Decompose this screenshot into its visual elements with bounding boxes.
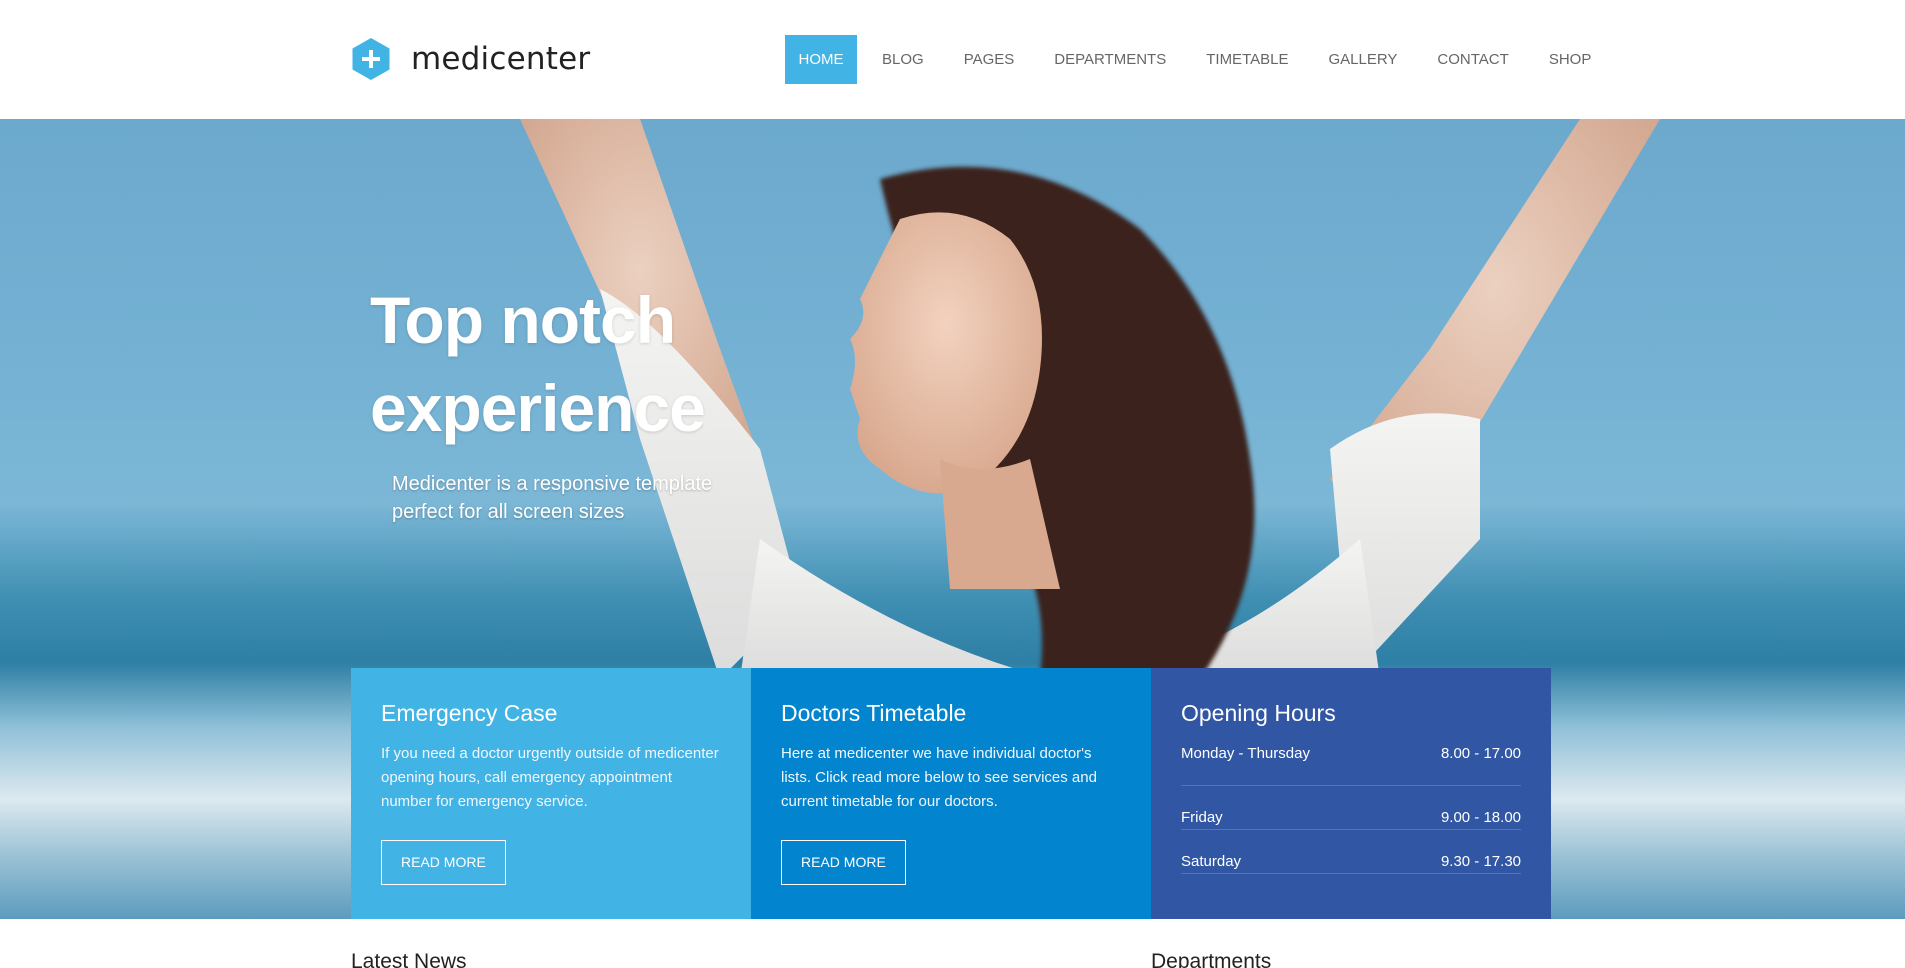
- logo[interactable]: medicenter: [351, 37, 590, 81]
- doctors-timetable-box: Doctors Timetable Here at medicenter we …: [751, 668, 1151, 919]
- nav-item-shop[interactable]: SHOP: [1549, 35, 1592, 84]
- nav-item-departments[interactable]: DEPARTMENTS: [1054, 35, 1166, 84]
- nav-item-gallery[interactable]: GALLERY: [1328, 35, 1397, 84]
- nav-item-contact[interactable]: CONTACT: [1437, 35, 1508, 84]
- nav-item-timetable[interactable]: TIMETABLE: [1206, 35, 1288, 84]
- site-header: medicenter HOME BLOG PAGES DEPARTMENTS T…: [0, 0, 1905, 119]
- lower-content: Latest News Departments: [0, 919, 1905, 968]
- brand-name: medicenter: [411, 41, 591, 77]
- hero-subtitle-line-2: perfect for all screen sizes: [392, 501, 625, 523]
- nav-item-blog[interactable]: BLOG: [882, 35, 924, 84]
- hours-row: Monday - Thursday 8.00 - 17.00: [1181, 742, 1521, 786]
- hero-title-line-1: Top notch: [370, 283, 676, 357]
- hero-subtitle: Medicenter is a responsive template perf…: [392, 470, 752, 526]
- opening-hours-list: Monday - Thursday 8.00 - 17.00 Friday 9.…: [1181, 742, 1521, 874]
- nav-item-home[interactable]: HOME: [785, 35, 857, 84]
- hero-title-line-2: experience: [370, 371, 706, 445]
- latest-news-heading: Latest News: [351, 950, 467, 968]
- hours-time: 8.00 - 17.00: [1440, 745, 1521, 762]
- hours-row: Friday 9.00 - 18.00: [1181, 786, 1521, 830]
- hexagon-cross-icon: [352, 38, 390, 80]
- timetable-title: Doctors Timetable: [781, 700, 967, 726]
- hours-time: 9.00 - 18.00: [1440, 809, 1521, 826]
- emergency-text: If you need a doctor urgently outside of…: [381, 745, 719, 810]
- hours-row: Saturday 9.30 - 17.30: [1181, 830, 1521, 874]
- timetable-text: Here at medicenter we have individual do…: [781, 745, 1097, 810]
- hours-day: Saturday: [1181, 853, 1242, 870]
- nav-item-pages[interactable]: PAGES: [964, 35, 1015, 84]
- opening-hours-title: Opening Hours: [1181, 700, 1336, 726]
- emergency-title: Emergency Case: [381, 700, 558, 726]
- page: medicenter HOME BLOG PAGES DEPARTMENTS T…: [0, 0, 1905, 968]
- hours-time: 9.30 - 17.30: [1440, 853, 1521, 870]
- emergency-case-box: Emergency Case If you need a doctor urge…: [351, 668, 751, 919]
- info-boxes: Emergency Case If you need a doctor urge…: [351, 668, 1551, 919]
- opening-hours-box: Opening Hours Monday - Thursday 8.00 - 1…: [1151, 668, 1551, 919]
- departments-heading: Departments: [1151, 950, 1272, 968]
- hero-title: Top notch experience: [370, 276, 870, 452]
- main-nav: HOME BLOG PAGES DEPARTMENTS TIMETABLE GA…: [785, 35, 1591, 84]
- hero-subtitle-line-1: Medicenter is a responsive template: [392, 473, 713, 495]
- timetable-read-more-button[interactable]: READ MORE: [781, 840, 906, 885]
- emergency-read-more-button[interactable]: READ MORE: [381, 840, 506, 885]
- hours-day: Monday - Thursday: [1181, 745, 1310, 762]
- hours-day: Friday: [1181, 809, 1223, 826]
